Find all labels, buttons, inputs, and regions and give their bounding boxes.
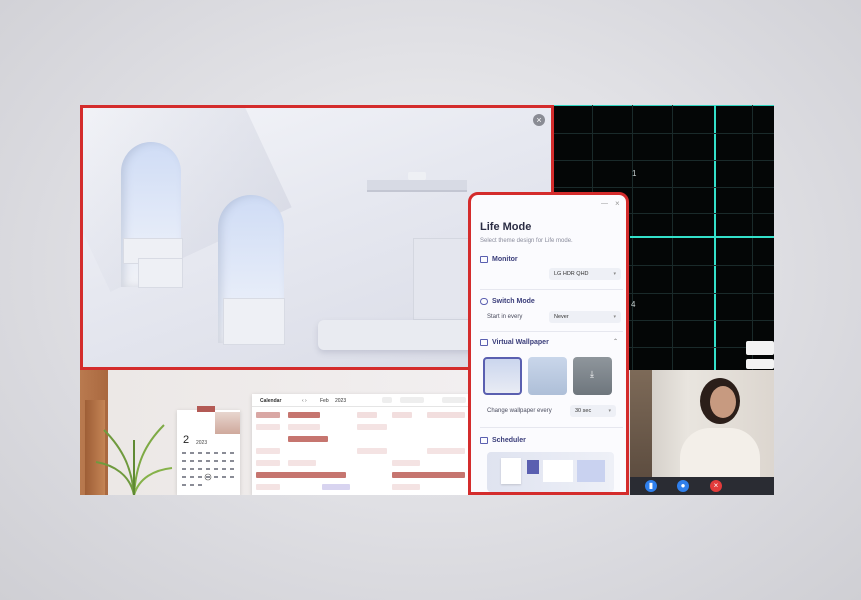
change-wallpaper-label: Change wallpaper every xyxy=(487,408,552,414)
close-icon[interactable]: × xyxy=(533,114,545,126)
grid-line xyxy=(554,160,774,161)
stair-right xyxy=(223,298,285,345)
monitor-value: LG HDR QHD xyxy=(554,271,589,277)
grid-label-1: 1 xyxy=(632,169,637,178)
end-call-icon[interactable]: × xyxy=(710,480,722,492)
close-icon[interactable]: × xyxy=(615,199,620,208)
divider xyxy=(480,289,623,290)
bookshelf xyxy=(630,370,652,485)
chat-icon[interactable]: ● xyxy=(677,480,689,492)
wallpaper-thumb[interactable] xyxy=(528,357,567,395)
start-in-every-label: Start in every xyxy=(487,314,523,320)
scheduler-label: Scheduler xyxy=(492,437,526,444)
scheduler-card xyxy=(577,460,605,482)
dialog-title: Life Mode xyxy=(480,221,532,233)
calendar-event[interactable] xyxy=(288,412,320,418)
chevron-down-icon: ▾ xyxy=(608,408,611,414)
calendar-tab xyxy=(197,406,215,412)
chevron-down-icon: ▾ xyxy=(613,271,616,277)
calendar-year: 2023 xyxy=(335,398,347,404)
calendar-event[interactable] xyxy=(392,472,465,478)
view-button[interactable] xyxy=(382,397,392,403)
change-wallpaper-select[interactable]: 30 sec ▾ xyxy=(570,405,616,417)
calendar-event[interactable] xyxy=(288,436,328,442)
calendar-month: Feb xyxy=(320,398,329,404)
calendar-event[interactable] xyxy=(427,412,465,418)
calendar-nav-icon[interactable]: ‹ › xyxy=(302,398,307,404)
calendar-event[interactable] xyxy=(392,412,412,418)
calendar-event[interactable] xyxy=(357,412,377,418)
download-icon: ⤓ xyxy=(590,369,594,379)
calendar-photo xyxy=(215,412,240,434)
plant-icon xyxy=(95,424,173,495)
calendar-event[interactable] xyxy=(357,424,387,430)
calendar-event[interactable] xyxy=(256,472,346,478)
switch-icon xyxy=(480,298,488,305)
switch-mode-label: Switch Mode xyxy=(492,298,535,305)
calendar-icon xyxy=(480,437,488,444)
tooltip-card xyxy=(746,341,774,355)
wall-shelf xyxy=(367,180,467,192)
monitor-icon xyxy=(480,256,488,263)
start-in-every-value: Never xyxy=(554,314,569,320)
calendar-event[interactable] xyxy=(427,448,465,454)
calendar-event[interactable] xyxy=(392,484,420,490)
scheduler-card xyxy=(543,460,573,482)
calendar-event[interactable] xyxy=(256,448,280,454)
grid-label-4: 4 xyxy=(631,300,636,309)
image-icon xyxy=(480,339,488,346)
mini-calendar-year: 2023 xyxy=(196,440,208,446)
start-in-every-select[interactable]: Never ▾ xyxy=(549,311,621,323)
stats-icon[interactable]: ▮ xyxy=(645,480,657,492)
calendar-event[interactable] xyxy=(256,412,280,418)
calendar-event[interactable] xyxy=(357,448,387,454)
calendar-event[interactable] xyxy=(256,484,280,490)
person-face xyxy=(710,386,736,418)
view-select[interactable] xyxy=(442,397,466,403)
stair-left-lower xyxy=(138,258,183,288)
grid-line xyxy=(554,187,774,188)
scheduler-preview[interactable] xyxy=(487,452,614,492)
grid-line-highlight xyxy=(630,236,774,238)
change-wallpaper-value: 30 sec xyxy=(575,408,592,414)
monitor-select[interactable]: LG HDR QHD ▾ xyxy=(549,268,621,280)
view-select[interactable] xyxy=(400,397,424,403)
divider xyxy=(252,406,470,407)
mini-calendar-widget: 2 2023 xyxy=(177,406,240,495)
calendar-event[interactable] xyxy=(288,424,320,430)
divider xyxy=(480,427,623,428)
scheduler-card xyxy=(501,458,521,484)
grid-line xyxy=(554,133,774,134)
tooltip-card xyxy=(746,359,774,369)
calendar-event[interactable] xyxy=(256,460,280,466)
mini-calendar-day: 2 xyxy=(183,434,190,446)
wallpaper-thumb-download[interactable]: ⤓ xyxy=(573,357,612,395)
divider xyxy=(480,331,623,332)
calendar-event[interactable] xyxy=(256,424,280,430)
mini-calendar-grid xyxy=(182,452,234,486)
dialog-subtitle: Select theme design for Life mode. xyxy=(480,238,573,244)
virtual-wallpaper-label: Virtual Wallpaper xyxy=(492,339,549,346)
wallpaper-thumb-selected[interactable] xyxy=(483,357,522,395)
calendar-title: Calendar xyxy=(260,398,282,404)
monitor-label: Monitor xyxy=(492,256,518,263)
calendar-app: Calendar ‹ › Feb 2023 xyxy=(252,394,470,495)
video-call-window: ▮ ● × xyxy=(630,370,774,495)
calendar-window: 2 2023 Calendar ‹ › Feb 2023 xyxy=(80,370,470,495)
grid-line xyxy=(554,105,774,106)
calendar-event[interactable] xyxy=(288,460,316,466)
chevron-down-icon: ▾ xyxy=(613,314,616,320)
chevron-up-icon[interactable]: ⌃ xyxy=(613,338,618,345)
shelf-object xyxy=(408,172,426,180)
minimize-icon[interactable]: — xyxy=(601,200,608,207)
calendar-event[interactable] xyxy=(322,484,350,490)
calendar-event[interactable] xyxy=(392,460,420,466)
scheduler-card xyxy=(527,460,539,474)
life-mode-dialog: — × Life Mode Select theme design for Li… xyxy=(468,192,629,495)
